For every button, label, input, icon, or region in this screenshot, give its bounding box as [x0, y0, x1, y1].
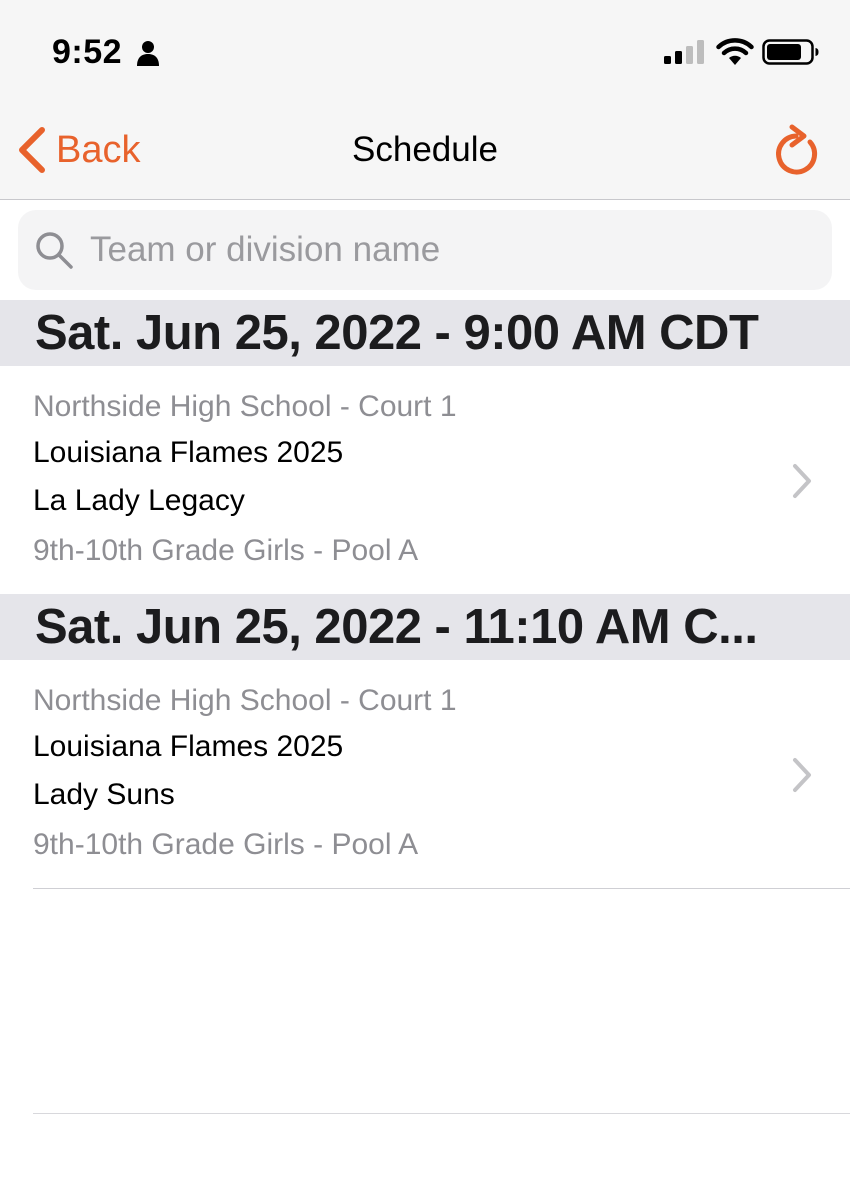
game-row[interactable]: Northside High School - Court 1 Louisian… — [0, 366, 850, 594]
navigation-bar: Back Schedule — [0, 100, 850, 200]
game-team-2: La Lady Legacy — [33, 484, 245, 517]
chevron-right-icon — [793, 758, 811, 792]
game-venue: Northside High School - Court 1 — [33, 390, 457, 423]
search-input[interactable] — [88, 210, 818, 290]
schedule-list: Sat. Jun 25, 2022 - 9:00 AM CDT Northsid… — [0, 300, 850, 889]
page-title: Schedule — [352, 130, 498, 169]
row-separator — [33, 888, 850, 889]
status-bar: 9:52 — [0, 0, 850, 100]
game-row[interactable]: Northside High School - Court 1 Louisian… — [0, 660, 850, 888]
status-time: 9:52 — [52, 33, 123, 71]
cellular-signal-icon — [664, 40, 704, 64]
top-chrome: 9:52 Back Schedule — [0, 0, 850, 200]
game-division: 9th-10th Grade Girls - Pool A — [33, 534, 419, 567]
refresh-icon[interactable] — [768, 122, 822, 178]
section-header: Sat. Jun 25, 2022 - 9:00 AM CDT — [0, 300, 850, 366]
chevron-right-icon — [793, 464, 811, 498]
game-team-2: Lady Suns — [33, 778, 175, 811]
game-division: 9th-10th Grade Girls - Pool A — [33, 828, 419, 861]
game-venue: Northside High School - Court 1 — [33, 684, 457, 717]
battery-icon — [762, 39, 819, 65]
wifi-icon — [716, 38, 754, 65]
game-team-1: Louisiana Flames 2025 — [33, 436, 344, 469]
search-bar[interactable] — [18, 210, 832, 290]
game-team-1: Louisiana Flames 2025 — [33, 730, 344, 763]
search-icon — [36, 232, 73, 269]
person-icon — [137, 41, 159, 66]
section-header: Sat. Jun 25, 2022 - 11:10 AM C... — [0, 594, 850, 660]
empty-row-separator — [33, 1113, 850, 1114]
